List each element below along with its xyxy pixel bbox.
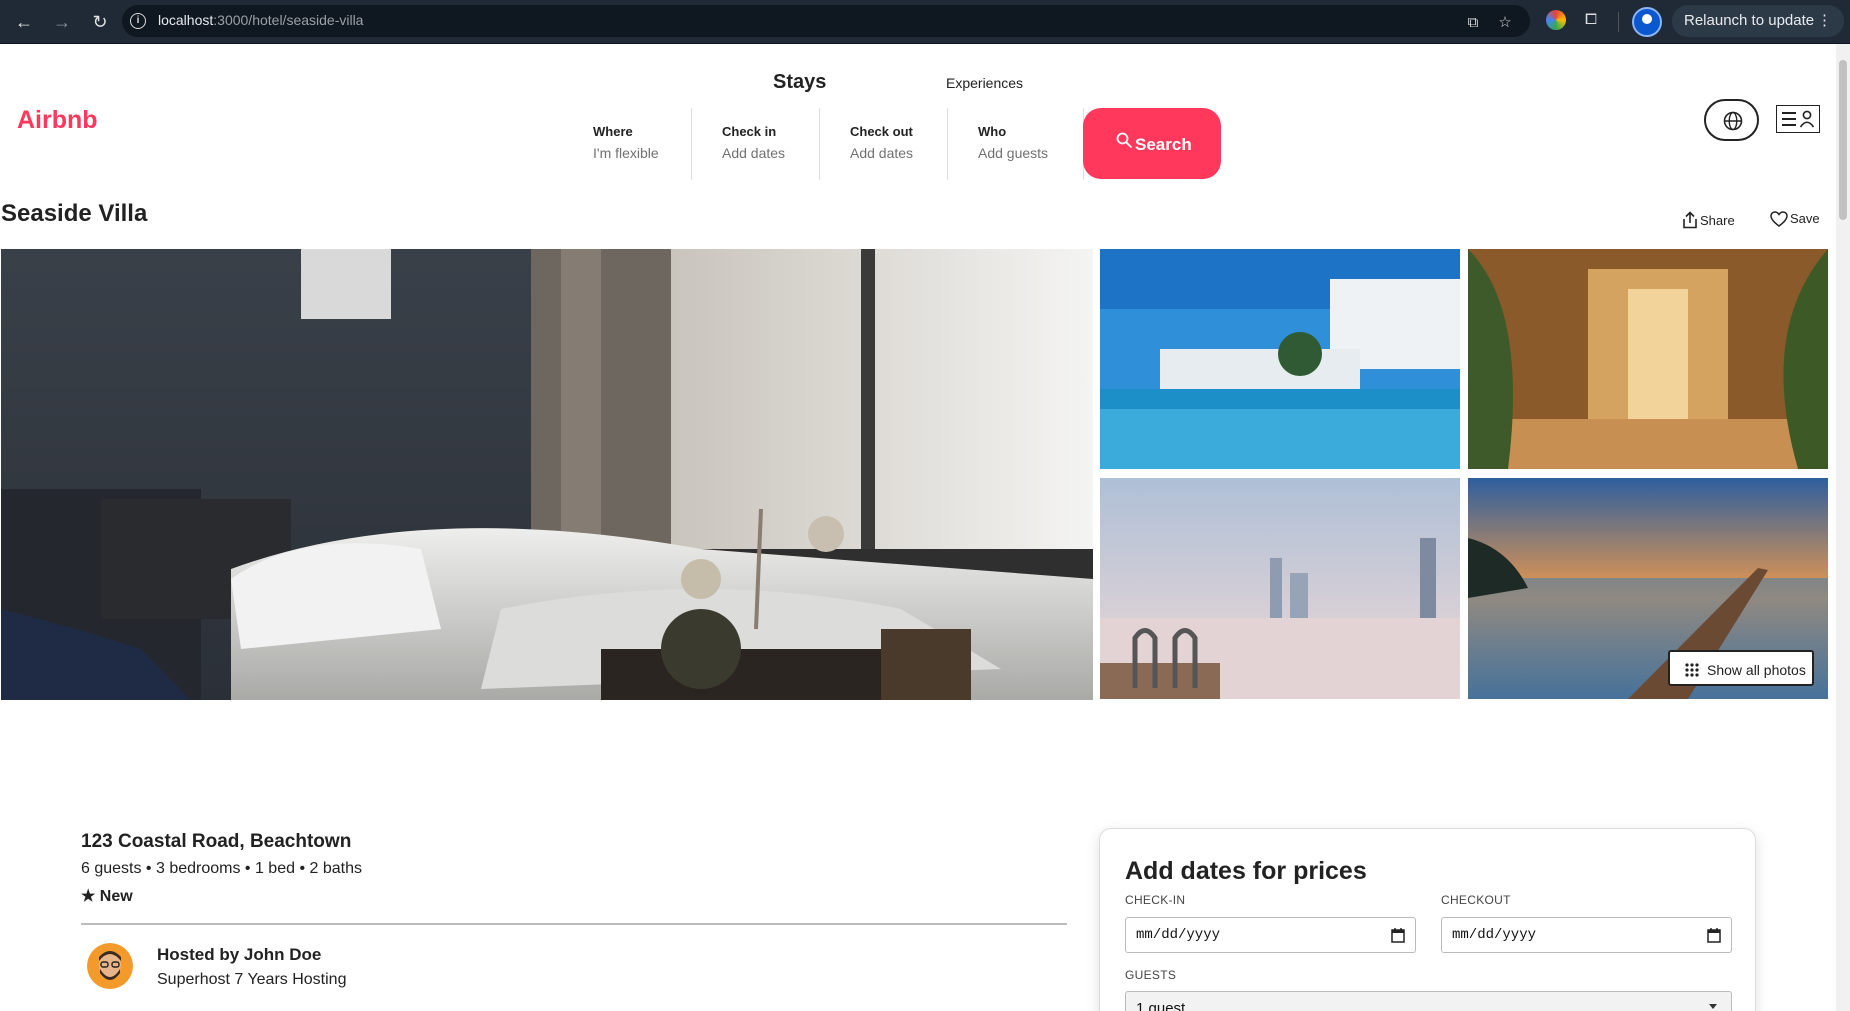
host-title: Hosted by John Doe: [157, 945, 322, 964]
more-menu-icon[interactable]: ⋮: [1817, 5, 1832, 37]
where-value: I'm flexible: [593, 145, 659, 161]
share-icon: [1683, 211, 1697, 229]
profile-avatar-icon[interactable]: [1632, 7, 1662, 37]
check-in-placeholder: mm/dd/yyyy: [1136, 927, 1221, 943]
tab-experiences[interactable]: Experiences: [946, 75, 1023, 91]
host-avatar[interactable]: [87, 943, 133, 989]
grid-dots-icon: [1685, 663, 1699, 677]
extensions-puzzle-icon[interactable]: ⧠: [1582, 11, 1600, 29]
check-out-value: Add dates: [850, 145, 914, 161]
host-subtitle: Superhost 7 Years Hosting: [157, 971, 347, 988]
airbnb-logo[interactable]: Airbnb: [17, 106, 98, 135]
guests-field-label: GUESTS: [1125, 968, 1177, 982]
check-out-label: Check out: [850, 124, 913, 139]
check-in-value: Add dates: [722, 145, 786, 161]
globe-icon: [1723, 111, 1743, 131]
guests-value: 1 guest: [1136, 1000, 1186, 1011]
save-label: Save: [1790, 211, 1820, 226]
search-button-label: Search: [1135, 135, 1192, 154]
calendar-icon[interactable]: [1707, 927, 1721, 943]
share-button[interactable]: Share: [1682, 211, 1735, 229]
main-photo-bedroom[interactable]: [1, 249, 1093, 700]
reload-icon[interactable]: ↻: [88, 10, 112, 34]
checkout-field-label: CHECKOUT: [1441, 893, 1511, 907]
section-divider: [81, 923, 1067, 925]
show-all-photos-button[interactable]: Show all photos: [1668, 650, 1814, 686]
heart-icon: [1770, 211, 1788, 227]
search-check-out[interactable]: Check out Add dates: [820, 108, 948, 180]
share-label: Share: [1700, 213, 1735, 228]
tab-stays[interactable]: Stays: [773, 71, 826, 94]
booking-card: Add dates for prices CHECK-IN mm/dd/yyyy…: [1099, 828, 1756, 1011]
search-who[interactable]: Who Add guests: [948, 108, 1084, 180]
show-all-photos-label: Show all photos: [1707, 662, 1806, 678]
url-text[interactable]: localhost:3000/hotel/seaside-villa: [158, 12, 363, 28]
check-in-label: Check in: [722, 124, 777, 139]
checkout-placeholder: mm/dd/yyyy: [1452, 927, 1537, 943]
extension-color-icon[interactable]: [1546, 10, 1566, 30]
address-bar[interactable]: i localhost:3000/hotel/seaside-villa ⧉ ☆: [122, 5, 1530, 37]
user-menu-button[interactable]: [1776, 105, 1820, 133]
page-title: Seaside Villa: [1, 200, 148, 227]
search-check-in[interactable]: Check in Add dates: [692, 108, 820, 180]
who-label: Who: [978, 124, 1007, 139]
booking-heading: Add dates for prices: [1125, 857, 1367, 885]
bookmark-star-icon[interactable]: ☆: [1496, 14, 1514, 32]
page-scrollbar[interactable]: [1836, 44, 1850, 1011]
checkout-date-input[interactable]: mm/dd/yyyy: [1441, 917, 1732, 953]
search-where[interactable]: Where I'm flexible: [585, 108, 692, 180]
install-app-icon[interactable]: ⧉: [1464, 14, 1482, 32]
photo-grand-hall[interactable]: [1468, 249, 1828, 469]
save-button[interactable]: Save: [1770, 211, 1820, 227]
listing-address: 123 Coastal Road, Beachtown: [81, 831, 352, 852]
chevron-down-icon: [1709, 1004, 1717, 1009]
search-icon: [1116, 132, 1132, 148]
listing-facts: 6 guests • 3 bedrooms • 1 bed • 2 baths: [81, 860, 362, 877]
photo-infinity-pool[interactable]: [1100, 249, 1460, 469]
search-button[interactable]: Search: [1083, 108, 1221, 179]
guests-select[interactable]: 1 guest: [1125, 991, 1732, 1011]
language-button[interactable]: [1704, 99, 1759, 141]
photo-skyline-pool[interactable]: [1100, 478, 1460, 699]
menu-user-icon: [1782, 110, 1815, 128]
check-in-field-label: CHECK-IN: [1125, 893, 1186, 907]
back-icon[interactable]: ←: [12, 10, 36, 34]
toolbar-divider: [1618, 12, 1619, 32]
scrollbar-thumb[interactable]: [1839, 60, 1847, 220]
who-value: Add guests: [978, 145, 1049, 161]
site-info-icon[interactable]: i: [130, 13, 146, 29]
listing-rating: ★ New: [81, 888, 133, 905]
check-in-date-input[interactable]: mm/dd/yyyy: [1125, 917, 1416, 953]
calendar-icon[interactable]: [1391, 927, 1405, 943]
forward-icon[interactable]: →: [50, 10, 74, 34]
browser-toolbar: ← → ↻ i localhost:3000/hotel/seaside-vil…: [0, 0, 1850, 44]
where-label: Where: [593, 124, 633, 139]
relaunch-button[interactable]: Relaunch to update ⋮: [1672, 5, 1844, 37]
